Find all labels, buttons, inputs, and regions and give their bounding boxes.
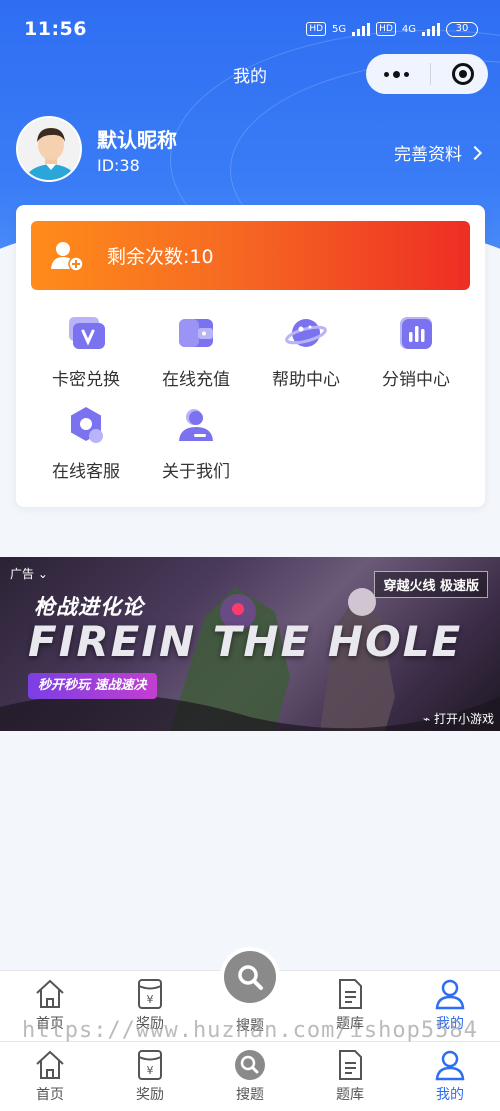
tab-label: 搜题 <box>236 1087 264 1103</box>
capsule-divider <box>430 63 431 85</box>
tab-home[interactable]: 首页 <box>0 1042 100 1111</box>
complete-profile-link[interactable]: 完善资料 <box>394 140 483 165</box>
grid-label: 帮助中心 <box>272 370 340 390</box>
miniprogram-capsule[interactable] <box>366 54 488 94</box>
card-redeem-icon <box>69 317 105 349</box>
tab-label: 首页 <box>36 1087 64 1103</box>
system-indicators: HD 5G HD 4G 30 <box>306 21 478 37</box>
hd-badge: HD <box>306 22 327 36</box>
close-target-icon[interactable] <box>452 63 474 85</box>
ad-headline: FIREIN THE HOLE <box>28 617 463 666</box>
network-label-1: 5G <box>332 23 347 35</box>
grid-label: 分销中心 <box>382 370 450 390</box>
svg-text:¥: ¥ <box>147 1064 154 1077</box>
watermark: https://www.huzhan.com/ishop5584 <box>22 1018 478 1043</box>
search-fab[interactable] <box>220 947 280 1007</box>
open-minigame-link[interactable]: ⌁ 打开小游戏 <box>423 710 494 727</box>
bar-chart-icon <box>400 317 432 349</box>
grid-label: 关于我们 <box>162 462 230 482</box>
tab-search[interactable]: 搜题 <box>200 1042 300 1111</box>
nickname: 默认昵称 <box>97 128 177 152</box>
function-card: 剩余次数:10 卡密兑换 在线充值 帮助中心 分销中心 在线客服 关于我们 <box>16 205 485 507</box>
battery-icon: 30 <box>446 21 478 37</box>
ad-tag[interactable]: 广告 ⌄ <box>10 565 48 582</box>
user-id: ID:38 <box>97 156 140 175</box>
tab-question-bank[interactable]: 题库 <box>300 1042 400 1111</box>
user-icon <box>435 979 465 1010</box>
grid-item-distribution[interactable]: 分销中心 <box>361 311 471 390</box>
grid-label: 在线客服 <box>52 462 120 482</box>
about-user-icon <box>179 409 213 441</box>
wallet-icon <box>179 319 213 347</box>
tab-bar-lower: 首页 ¥ 奖励 搜题 题库 我的 <box>0 1041 500 1111</box>
grid-item-about-us[interactable]: 关于我们 <box>141 403 251 482</box>
grid-item-online-service[interactable]: 在线客服 <box>31 403 141 482</box>
complete-profile-label: 完善资料 <box>394 145 462 165</box>
tab-label: 题库 <box>336 1087 364 1103</box>
signal-icon-2 <box>422 22 440 36</box>
reward-icon: ¥ <box>138 979 162 1009</box>
planet-icon <box>285 319 327 347</box>
remaining-count-banner[interactable]: 剩余次数:10 <box>31 221 470 290</box>
search-icon <box>235 1050 265 1080</box>
grid-item-card-redeem[interactable]: 卡密兑换 <box>31 311 141 390</box>
more-icon[interactable] <box>384 70 409 78</box>
service-icon <box>71 407 103 443</box>
question-bank-icon <box>339 979 362 1009</box>
home-icon <box>36 1050 64 1079</box>
ad-slogan: 秒开秒玩 速战速决 <box>28 673 157 699</box>
remaining-count-text: 剩余次数:10 <box>107 246 214 268</box>
ad-banner[interactable]: 广告 ⌄ 枪战进化论 FIREIN THE HOLE 秒开秒玩 速战速决 穿越火… <box>0 557 500 731</box>
svg-text:¥: ¥ <box>147 993 154 1006</box>
home-icon <box>36 979 64 1008</box>
ad-brand-logo: 穿越火线 极速版 <box>374 571 488 598</box>
user-add-icon <box>51 241 84 272</box>
hd-badge-2: HD <box>376 22 396 36</box>
user-icon <box>435 1050 465 1081</box>
tab-mine[interactable]: 我的 <box>400 1042 500 1111</box>
status-bar: 11:56 HD 5G HD 4G 30 <box>0 0 500 58</box>
network-label-2: 4G <box>401 23 416 35</box>
tab-label: 我的 <box>436 1087 464 1103</box>
tab-label: 奖励 <box>136 1087 164 1103</box>
signal-icon <box>352 22 371 36</box>
grid-item-help-center[interactable]: 帮助中心 <box>251 311 361 390</box>
chevron-right-icon <box>467 145 483 161</box>
grid-label: 卡密兑换 <box>52 370 120 390</box>
grid-label: 在线充值 <box>162 370 230 390</box>
grid-item-recharge[interactable]: 在线充值 <box>141 311 251 390</box>
reward-icon: ¥ <box>138 1050 162 1080</box>
question-bank-icon <box>339 1050 362 1080</box>
avatar[interactable] <box>16 116 82 182</box>
status-time: 11:56 <box>24 18 87 40</box>
tab-reward[interactable]: ¥ 奖励 <box>100 1042 200 1111</box>
search-icon <box>238 965 263 990</box>
